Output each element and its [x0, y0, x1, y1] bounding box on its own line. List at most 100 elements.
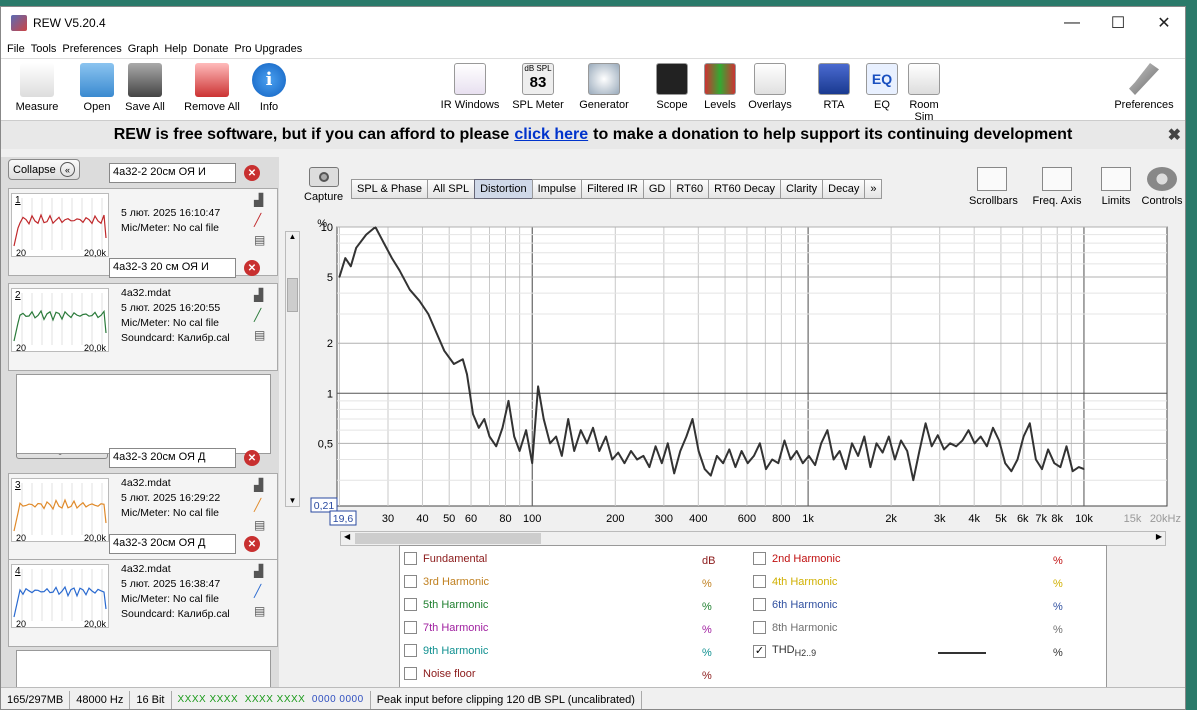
legend-checkbox[interactable]	[753, 598, 766, 611]
thd-point	[1078, 466, 1080, 468]
legend-checkbox[interactable]	[404, 644, 417, 657]
thd-point	[814, 464, 816, 466]
tab-impulse[interactable]: Impulse	[531, 179, 583, 199]
graph-horizontal-scrollbar[interactable]: ◀ ▶	[340, 531, 1166, 546]
close-button[interactable]: ✕	[1141, 7, 1185, 39]
measurement-thumbnail[interactable]: 3 20 20,0k	[11, 478, 109, 543]
thd-point	[1072, 470, 1074, 472]
legend-checkbox[interactable]: ✓	[753, 644, 766, 658]
save-all-button[interactable]: Save All	[123, 63, 167, 113]
horizontal-scroll-thumb[interactable]	[355, 533, 541, 544]
tab-spl-phase[interactable]: SPL & Phase	[351, 179, 429, 199]
info-button[interactable]: i Info	[247, 63, 291, 113]
measurement-notes[interactable]	[16, 374, 271, 454]
levels-button[interactable]: Levels	[695, 63, 745, 111]
notes-icon[interactable]: ▤	[254, 518, 265, 538]
tab-gd[interactable]: GD	[642, 179, 672, 199]
menu-graph[interactable]: Graph	[128, 43, 159, 55]
tab-decay[interactable]: Decay	[822, 179, 866, 199]
rta-button[interactable]: RTA	[809, 63, 859, 111]
measurement-card[interactable]: 4 20 20,0k 4a32.mdat 5 лют. 2025 16:38:47 Mic…	[8, 559, 278, 647]
donate-link[interactable]: click here	[514, 126, 588, 144]
save-measurement-icon[interactable]: ▟	[254, 288, 265, 308]
controls-button[interactable]: Controls	[1139, 167, 1185, 207]
close-banner-icon[interactable]: ✖	[1168, 125, 1181, 145]
delete-measurement-icon[interactable]: ✕	[244, 165, 260, 181]
legend-checkbox[interactable]	[753, 575, 766, 588]
measurement-name-input[interactable]: 4a32-3 20см ОЯ Д	[109, 448, 236, 468]
measurement-thumbnail[interactable]: 1 20 20,0k	[11, 193, 109, 258]
thd-point	[531, 462, 533, 464]
scope-button[interactable]: Scope	[647, 63, 697, 111]
scroll-right-icon[interactable]: ▶	[1156, 532, 1162, 541]
notes-icon[interactable]: ▤	[254, 328, 265, 348]
scrollbars-button[interactable]: Scrollbars	[969, 167, 1018, 207]
menu-donate[interactable]: Donate	[193, 43, 228, 55]
measurement-card[interactable]: 2 20 20,0k 4a32.mdat 5 лют. 2025 16:20:55 Mic…	[8, 283, 278, 371]
save-measurement-icon[interactable]: ▟	[254, 478, 265, 498]
menu-help[interactable]: Help	[164, 43, 187, 55]
menu-tools[interactable]: Tools	[31, 43, 57, 55]
delete-measurement-icon[interactable]: ✕	[244, 536, 260, 552]
preferences-button[interactable]: Preferences	[1111, 63, 1177, 111]
legend-checkbox[interactable]	[404, 552, 417, 565]
toolbar-label: Scope	[656, 99, 688, 111]
notes-icon[interactable]: ▤	[254, 233, 265, 253]
thd-point	[845, 468, 847, 470]
tab-[interactable]: »	[864, 179, 883, 199]
minimize-button[interactable]: —	[1049, 7, 1095, 39]
trace-color-icon[interactable]: ╱	[254, 584, 265, 604]
maximize-button[interactable]: ☐	[1095, 7, 1141, 39]
legend-checkbox[interactable]	[404, 621, 417, 634]
legend-checkbox[interactable]	[404, 598, 417, 611]
save-measurement-icon[interactable]: ▟	[254, 564, 265, 584]
generator-button[interactable]: Generator	[573, 63, 635, 111]
spl-meter-button[interactable]: dB SPL 83 SPL Meter	[507, 63, 569, 111]
trace-color-icon[interactable]: ╱	[254, 308, 265, 328]
legend-checkbox[interactable]	[753, 621, 766, 634]
legend-checkbox[interactable]	[753, 552, 766, 565]
tab-filtered-ir[interactable]: Filtered IR	[581, 179, 644, 199]
measurement-name-input[interactable]: 4a32-3 20 см ОЯ И	[109, 258, 236, 278]
freq-axis-button[interactable]: Freq. Axis	[1030, 167, 1084, 207]
menu-preferences[interactable]: Preferences	[62, 43, 121, 55]
room-sim-button[interactable]: Room Sim	[899, 63, 949, 123]
legend-checkbox[interactable]	[404, 575, 417, 588]
legend-checkbox[interactable]	[404, 667, 417, 680]
limits-button[interactable]: Limits	[1093, 167, 1139, 207]
remove-all-button[interactable]: Remove All	[182, 63, 242, 113]
tab-rt60[interactable]: RT60	[670, 179, 710, 199]
ir-windows-button[interactable]: IR Windows	[439, 63, 501, 111]
title-bar: REW V5.20.4 — ☐ ✕	[1, 7, 1185, 39]
toolbar-label: Room Sim	[909, 99, 939, 123]
tab-distortion[interactable]: Distortion	[474, 179, 533, 199]
trace-color-icon[interactable]: ╱	[254, 213, 265, 233]
distortion-graph[interactable]: 105210,5%0,2119,6 30 40 50 60 80 100 200 300 400 6…	[281, 213, 1186, 548]
scroll-left-icon[interactable]: ◀	[344, 532, 350, 541]
measurement-name-input[interactable]: 4a32-3 20см ОЯ Д	[109, 534, 236, 554]
thd-point	[691, 418, 694, 420]
thd-point	[992, 427, 994, 429]
tab-rt60-decay[interactable]: RT60 Decay	[708, 179, 781, 199]
trace-color-icon[interactable]: ╱	[254, 498, 265, 518]
capture-button[interactable]: Capture	[304, 167, 343, 203]
delete-measurement-icon[interactable]: ✕	[244, 450, 260, 466]
main-toolbar: Measure Open Save All Remove All i Info IR Win…	[1, 59, 1185, 123]
x-tick-label: 4k	[968, 513, 980, 525]
menu-file[interactable]: File	[7, 43, 25, 55]
legend-item-8th-harmonic: 8th Harmonic	[753, 621, 837, 634]
collapse-button[interactable]: Collapse «	[8, 159, 80, 180]
overlays-button[interactable]: Overlays	[745, 63, 795, 111]
tab-clarity[interactable]: Clarity	[780, 179, 824, 199]
measurement-thumbnail[interactable]: 4 20 20,0k	[11, 564, 109, 629]
delete-measurement-icon[interactable]: ✕	[244, 260, 260, 276]
tab-all-spl[interactable]: All SPL	[427, 179, 476, 199]
open-button[interactable]: Open	[75, 63, 119, 113]
legend-label: 9th Harmonic	[423, 644, 489, 657]
notes-icon[interactable]: ▤	[254, 604, 265, 624]
measurement-name-input[interactable]: 4a32-2 20см ОЯ И	[109, 163, 236, 183]
measure-button[interactable]: Measure	[15, 63, 59, 113]
measurement-thumbnail[interactable]: 2 20 20,0k	[11, 288, 109, 353]
save-measurement-icon[interactable]: ▟	[254, 193, 265, 213]
menu-pro-upgrades[interactable]: Pro Upgrades	[234, 43, 302, 55]
